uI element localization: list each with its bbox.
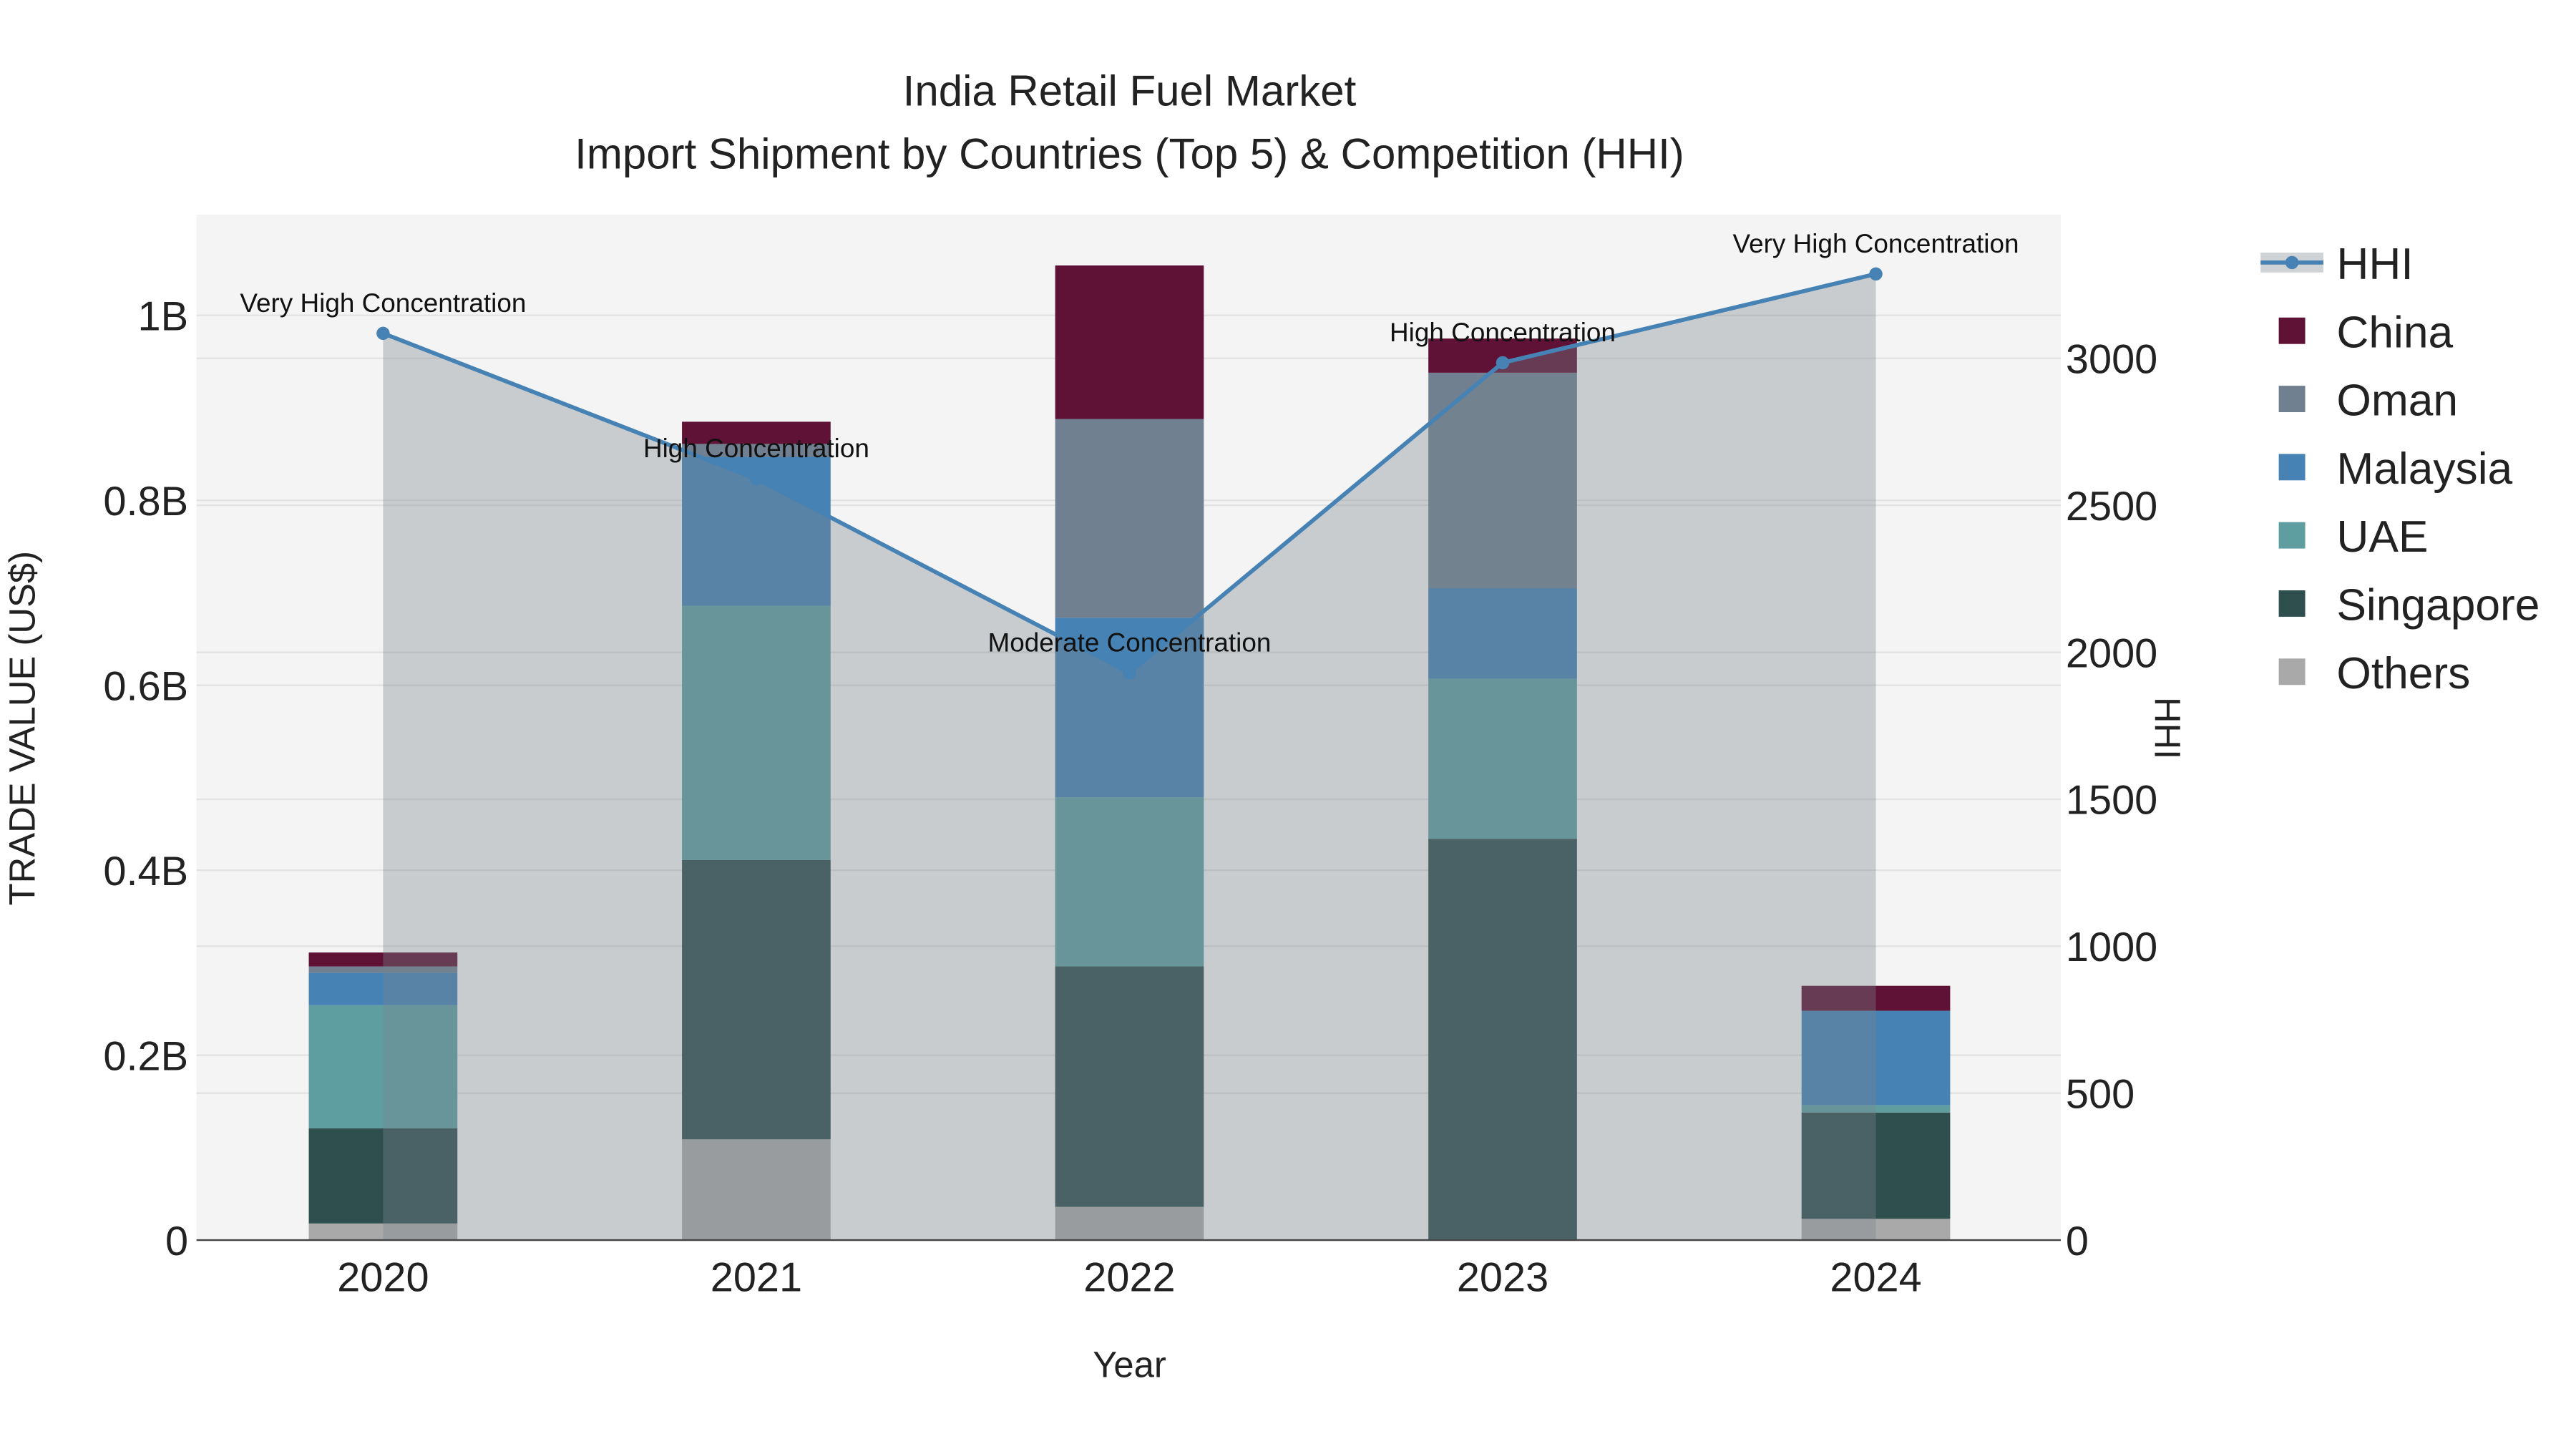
legend-swatch-singapore <box>2278 590 2306 617</box>
legend-label: China <box>2336 308 2453 357</box>
y2-tick-label: 500 <box>2066 1071 2135 1117</box>
y-tick-label: 1B <box>138 294 189 340</box>
legend-swatch-china <box>2278 317 2306 344</box>
legend-label: Malaysia <box>2336 444 2512 494</box>
bar-china-2022 <box>1055 265 1204 419</box>
hhi-annotation: High Concentration <box>1390 318 1616 347</box>
legend-swatch-malaysia <box>2278 454 2306 481</box>
x-tick-label: 2020 <box>337 1255 429 1301</box>
y2-tick-label: 0 <box>2066 1219 2089 1264</box>
x-tick-label: 2021 <box>711 1255 802 1301</box>
y2-tick-label: 3000 <box>2066 337 2157 383</box>
x-tick-label: 2024 <box>1830 1255 1921 1301</box>
y2-tick-label: 1000 <box>2066 924 2157 970</box>
y-tick-label: 0.2B <box>103 1033 188 1079</box>
hhi-annotation: High Concentration <box>643 434 869 463</box>
legend-label: Oman <box>2336 376 2458 426</box>
x-tick-label: 2023 <box>1457 1255 1548 1301</box>
y2-axis-label: HHI <box>2147 697 2188 759</box>
legend-label: Singapore <box>2336 581 2540 630</box>
hhi-annotation: Very High Concentration <box>1733 229 2019 258</box>
chart: India Retail Fuel Market Import Shipment… <box>0 0 2576 1449</box>
chart-title: India Retail Fuel Market <box>903 67 1357 115</box>
legend-swatch-others <box>2278 658 2306 686</box>
y-axis-label: TRADE VALUE (US$) <box>1 551 42 905</box>
y-tick-label: 0.6B <box>103 663 188 709</box>
legend-swatch-uae <box>2278 522 2306 549</box>
hhi-point-2020 <box>376 326 390 341</box>
hhi-point-2023 <box>1496 356 1510 370</box>
y2-tick-label: 2500 <box>2066 484 2157 530</box>
legend-label: HHI <box>2336 240 2413 289</box>
hhi-point-2021 <box>749 472 763 486</box>
legend-label: UAE <box>2336 512 2428 562</box>
hhi-annotation: Moderate Concentration <box>987 628 1271 657</box>
y2-tick-label: 1500 <box>2066 778 2157 824</box>
x-tick-label: 2022 <box>1083 1255 1175 1301</box>
hhi-point-2024 <box>1869 267 1883 281</box>
chart-subtitle: Import Shipment by Countries (Top 5) & C… <box>575 130 1684 177</box>
x-axis-label: Year <box>1093 1345 1166 1385</box>
y2-tick-label: 2000 <box>2066 630 2157 676</box>
hhi-point-2022 <box>1123 666 1136 680</box>
legend-label: Others <box>2336 649 2470 698</box>
bar-oman-2022 <box>1055 419 1204 618</box>
legend-swatch-oman <box>2278 386 2306 412</box>
legend-marker-hhi <box>2285 255 2299 270</box>
hhi-annotation: Very High Concentration <box>240 288 526 318</box>
y-tick-label: 0 <box>165 1219 188 1264</box>
y-tick-label: 0.8B <box>103 479 188 525</box>
y-tick-label: 0.4B <box>103 849 188 894</box>
